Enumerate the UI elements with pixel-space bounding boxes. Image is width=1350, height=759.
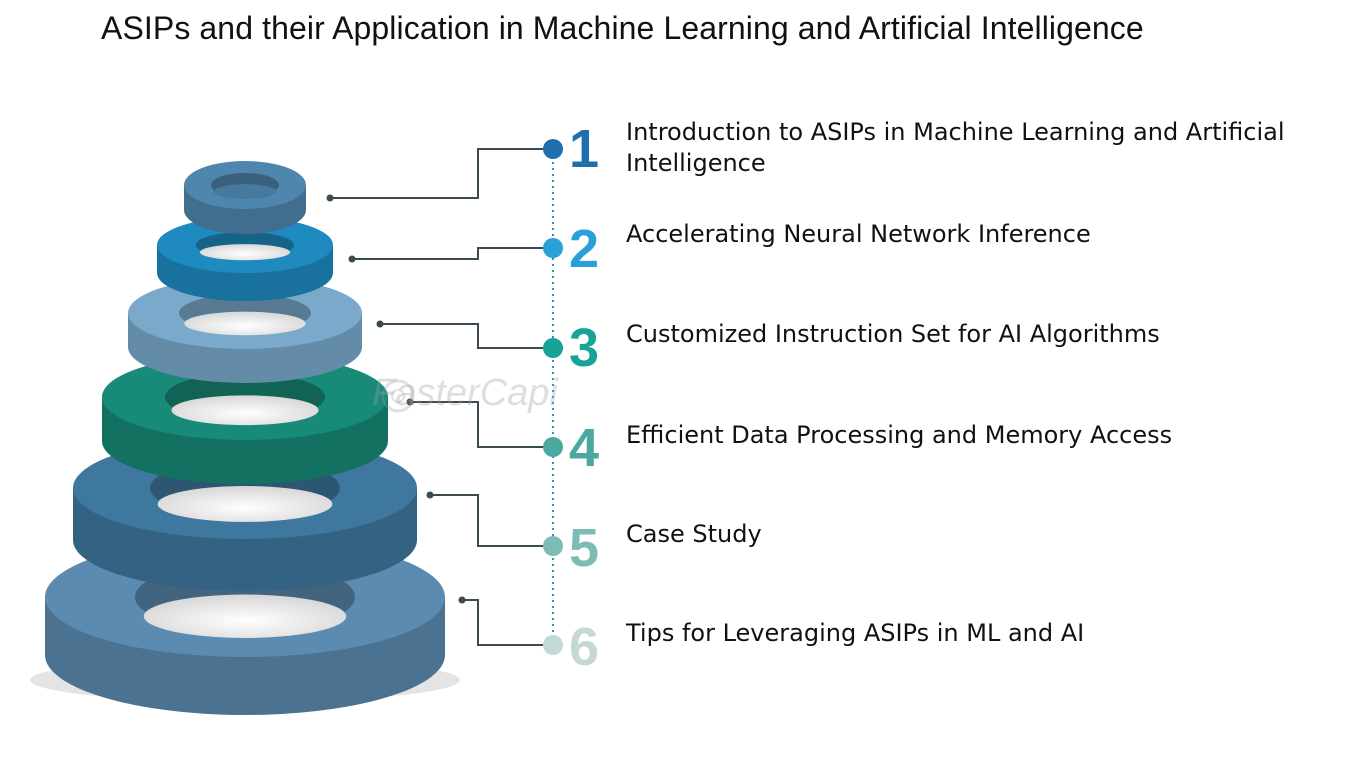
connector-6	[458, 596, 553, 646]
ring-hole-floor	[157, 485, 333, 522]
ring-hole-floor	[184, 311, 306, 336]
timeline-marker-5	[543, 536, 563, 556]
timeline-marker-1	[543, 139, 563, 159]
connector-line	[330, 148, 553, 199]
step-number-4: 4	[569, 418, 599, 478]
connector-line	[462, 599, 553, 646]
ring-hole-floor	[213, 184, 277, 200]
timeline-marker-3	[543, 338, 563, 358]
timeline-marker-2	[543, 238, 563, 258]
connector-line	[352, 247, 553, 260]
step-number-1: 1	[569, 119, 599, 179]
connector-1	[326, 148, 553, 202]
step-number-6: 6	[569, 617, 599, 677]
ring-hole-floor	[143, 594, 347, 638]
ring-1	[184, 161, 306, 234]
step-label-1: Introduction to ASIPs in Machine Learnin…	[626, 118, 1285, 177]
connector-line	[430, 494, 553, 547]
connector-end-dot	[426, 491, 434, 499]
connector-2	[348, 247, 553, 263]
step-number-2: 2	[569, 219, 599, 279]
connector-end-dot	[348, 255, 356, 263]
step-label-4: Efficient Data Processing and Memory Acc…	[626, 421, 1173, 449]
step-label-5: Case Study	[626, 520, 762, 548]
ring-stack	[45, 161, 445, 715]
connector-5	[426, 491, 553, 547]
step-label-3: Customized Instruction Set for AI Algori…	[626, 320, 1160, 348]
connector-line	[380, 323, 553, 349]
step-number-3: 3	[569, 318, 599, 378]
connector-end-dot	[458, 596, 466, 604]
connector-end-dot	[326, 194, 334, 202]
ring-hole-floor	[171, 395, 319, 426]
timeline-marker-6	[543, 635, 563, 655]
step-number-5: 5	[569, 518, 599, 578]
watermark-text: FasterCapi	[372, 372, 558, 414]
connector-3	[376, 320, 553, 349]
step-label-6: Tips for Leveraging ASIPs in ML and AI	[626, 619, 1085, 647]
ring-hole-floor	[199, 244, 291, 261]
connector-end-dot	[376, 320, 384, 328]
timeline-marker-4	[543, 437, 563, 457]
step-label-2: Accelerating Neural Network Inference	[626, 220, 1091, 248]
